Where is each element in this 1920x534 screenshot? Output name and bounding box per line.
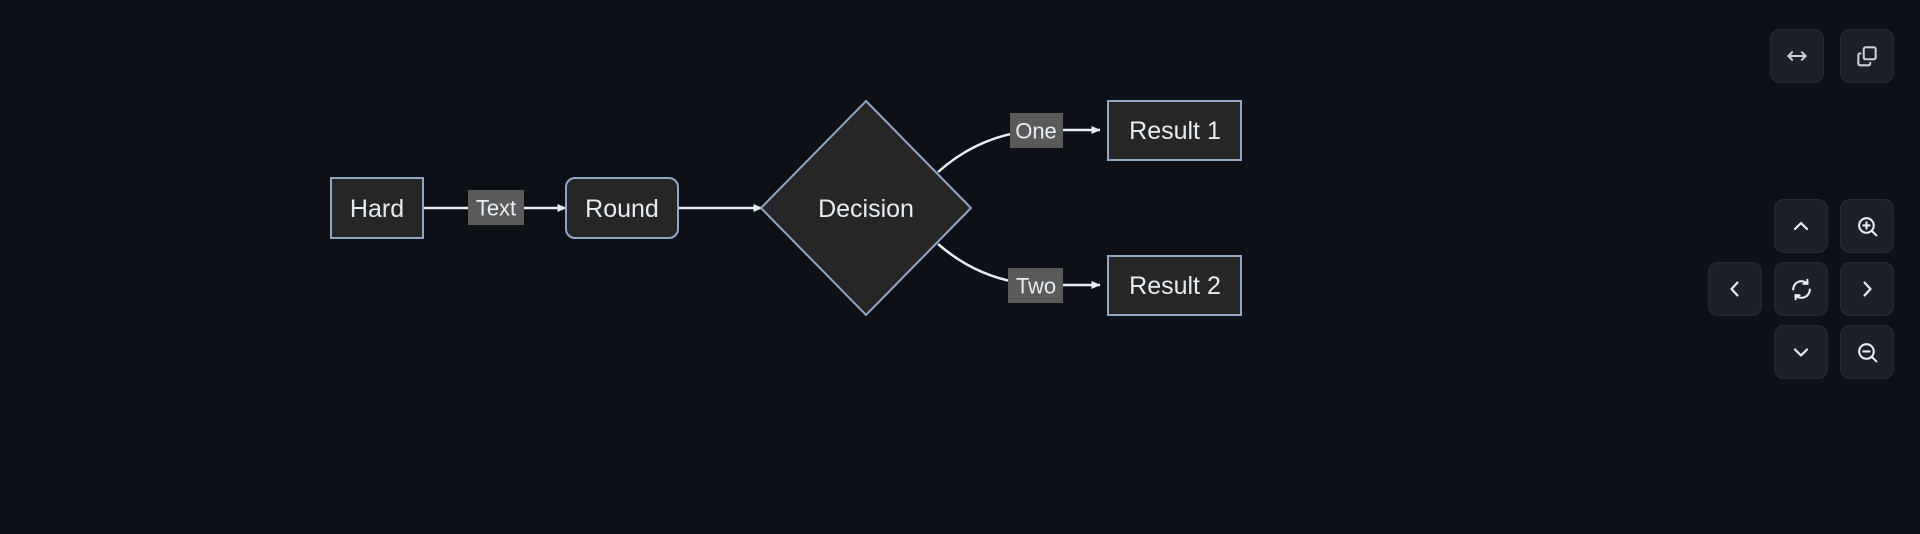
reset-view-button[interactable] [1774,262,1828,316]
duplicate-button[interactable] [1840,29,1894,83]
chevron-right-icon [1855,277,1879,301]
diagram-toolbar [1770,29,1894,83]
zoom-in-button[interactable] [1840,199,1894,253]
navigation-controls [1708,199,1894,385]
node-label: Hard [350,195,404,223]
magnifier-minus-icon [1855,340,1880,365]
zoom-out-button[interactable] [1840,325,1894,379]
edge-label-caption: One [1015,119,1057,144]
chevron-down-icon [1789,340,1813,364]
magnifier-plus-icon [1855,214,1880,239]
pan-up-button[interactable] [1774,199,1828,253]
pan-right-button[interactable] [1840,262,1894,316]
pan-left-button[interactable] [1708,262,1762,316]
node-label: Round [585,195,659,223]
edge-label-text[interactable]: Text [468,190,524,225]
copy-icon [1854,43,1880,69]
refresh-icon [1789,277,1814,302]
edge-label-two[interactable]: Two [1008,268,1063,303]
node-label: Decision [818,195,914,223]
edge-label-caption: Text [476,196,516,221]
pan-down-button[interactable] [1774,325,1828,379]
flowchart-canvas[interactable]: Hard Round Decision Result 1 Result 2 Te… [0,0,1920,534]
chevron-up-icon [1789,214,1813,238]
node-label: Result 1 [1129,117,1221,145]
node-result1[interactable]: Result 1 [1107,100,1242,161]
node-round[interactable]: Round [565,177,679,239]
node-label: Result 2 [1129,272,1221,300]
node-result2[interactable]: Result 2 [1107,255,1242,316]
chevron-left-icon [1723,277,1747,301]
node-hard[interactable]: Hard [330,177,424,239]
diagram-viewer[interactable]: Hard Round Decision Result 1 Result 2 Te… [0,0,1920,534]
node-decision[interactable]: Decision [759,99,973,317]
edge-label-one[interactable]: One [1010,113,1063,148]
edge-label-caption: Two [1016,274,1056,299]
fit-width-button[interactable] [1770,29,1824,83]
arrows-left-right-icon [1784,43,1810,69]
